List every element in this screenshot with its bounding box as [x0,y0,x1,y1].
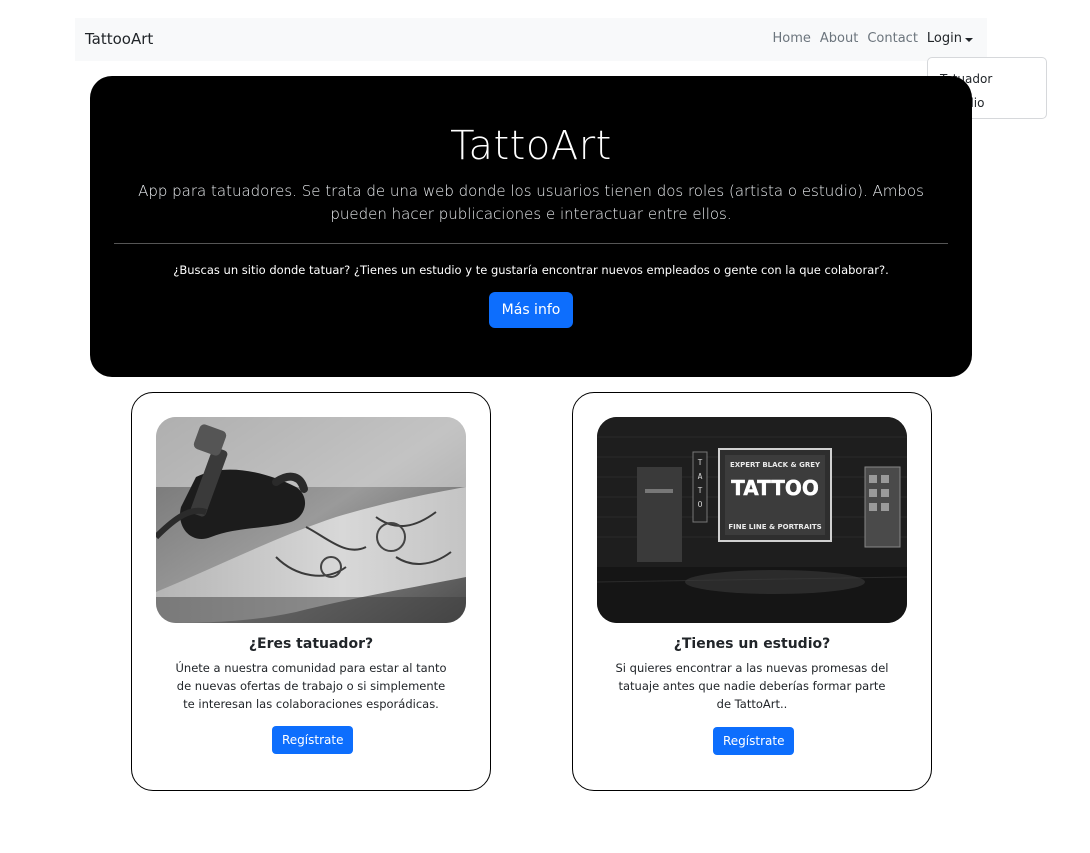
registrate-tatuador-button[interactable]: Regístrate [272,726,354,754]
nav-login-label: Login [926,31,962,46]
shop-vertical-sign-t1: T [698,458,703,467]
caret-down-icon [965,37,973,42]
shop-sign-main: TATTOO [731,476,819,500]
nav-link-home[interactable]: Home [773,31,811,46]
card-estudio: T A T O EXPERT BLACK & GREY TATTOO FINE … [572,392,932,791]
nav-links: Home About Contact Login [773,31,973,46]
nav-login-dropdown-toggle[interactable]: Login [927,31,973,46]
tattoo-shop-image: T A T O EXPERT BLACK & GREY TATTOO FINE … [597,417,907,623]
hero-subtext: ¿Buscas un sitio donde tatuar? ¿Tienes u… [173,263,889,277]
hero-divider [114,243,948,244]
nav-link-contact[interactable]: Contact [867,31,918,46]
card-title: ¿Eres tatuador? [248,636,374,652]
shop-vertical-sign-a: A [698,472,703,481]
hero-lead: App para tatuadores. Se trata de una web… [138,182,924,223]
card-text: Únete a nuestra comunidad para estar al … [175,661,447,711]
card-title: ¿Tienes un estudio? [673,636,831,652]
card-text: Si quieres encontrar a las nuevas promes… [615,661,889,711]
nav-link-about[interactable]: About [820,31,858,46]
card-tatuador: ¿Eres tatuador? Únete a nuestra comunida… [131,392,491,791]
shop-sign-bottom: FINE LINE & PORTRAITS [728,523,821,531]
navbar-brand[interactable]: TattooArt [85,30,153,48]
mas-info-button[interactable]: Más info [489,292,573,328]
shop-sign-top: EXPERT BLACK & GREY [730,461,821,469]
shop-vertical-sign-t2: T [698,486,703,495]
hero-title: TattoArt [450,123,612,169]
navbar: TattooArt Home About Contact Login [75,18,987,61]
tattoo-artist-image [156,417,466,623]
registrate-estudio-button[interactable]: Regístrate [713,727,795,755]
shop-vertical-sign-o: O [698,500,703,509]
hero-jumbotron: TattoArt App para tatuadores. Se trata d… [90,76,972,377]
